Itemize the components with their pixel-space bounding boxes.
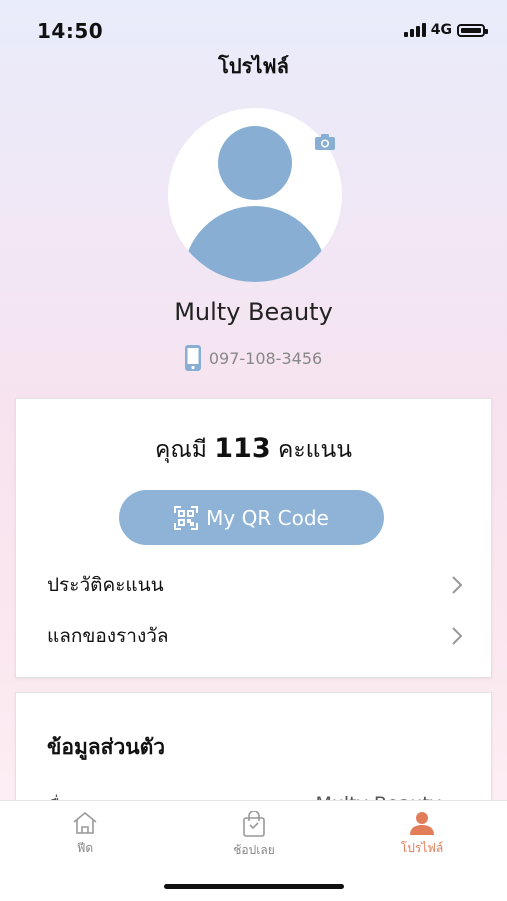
menu-item-label: แลกของรางวัล	[47, 625, 169, 647]
menu-item-points-history[interactable]: ประวัติคะแนน	[47, 565, 463, 605]
network-type: 4G	[430, 22, 452, 38]
qr-code-icon	[174, 505, 199, 530]
tab-profile[interactable]: โปรไฟล์	[372, 811, 472, 858]
tab-label: โปรไฟล์	[400, 841, 444, 855]
tab-label: ช้อปเลย	[233, 843, 275, 857]
profile-name: Multy Beauty	[174, 298, 333, 326]
profile-avatar-area[interactable]	[168, 108, 342, 282]
tab-feed[interactable]: ฟีด	[35, 811, 135, 858]
tab-shop[interactable]: ช้อปเลย	[204, 811, 304, 860]
points-card: คุณมี 113 คะแนน My QR Code ประวัติคะแนน …	[15, 398, 492, 678]
points-suffix: คะแนน	[277, 437, 352, 463]
personal-info-heading: ข้อมูลส่วนตัว	[47, 735, 166, 759]
mobile-phone-icon	[184, 345, 201, 371]
person-icon	[410, 812, 434, 835]
qr-button-label: My QR Code	[206, 505, 329, 530]
status-time: 14:50	[37, 19, 104, 43]
points-summary: คุณมี 113 คะแนน	[16, 432, 491, 468]
my-qr-code-button[interactable]: My QR Code	[119, 490, 384, 545]
home-indicator	[164, 884, 344, 889]
status-indicators: 4G	[403, 22, 488, 38]
tab-label: ฟีด	[76, 841, 94, 855]
chevron-right-icon	[452, 576, 463, 594]
shopping-bag-icon	[243, 811, 265, 837]
page-title: โปรไฟล์	[218, 54, 289, 78]
menu-item-redeem-rewards[interactable]: แลกของรางวัล	[47, 616, 463, 656]
phone-row: 097-108-3456	[0, 345, 507, 371]
chevron-right-icon	[452, 627, 463, 645]
avatar-head	[218, 126, 292, 200]
phone-number: 097-108-3456	[208, 348, 323, 368]
camera-icon[interactable]	[315, 134, 335, 150]
avatar-body	[183, 206, 327, 282]
battery-icon	[457, 23, 488, 37]
points-value: 113	[214, 433, 271, 464]
home-icon	[73, 811, 97, 834]
signal-icon	[403, 23, 426, 37]
points-prefix: คุณมี	[155, 437, 207, 463]
menu-item-label: ประวัติคะแนน	[47, 574, 164, 596]
